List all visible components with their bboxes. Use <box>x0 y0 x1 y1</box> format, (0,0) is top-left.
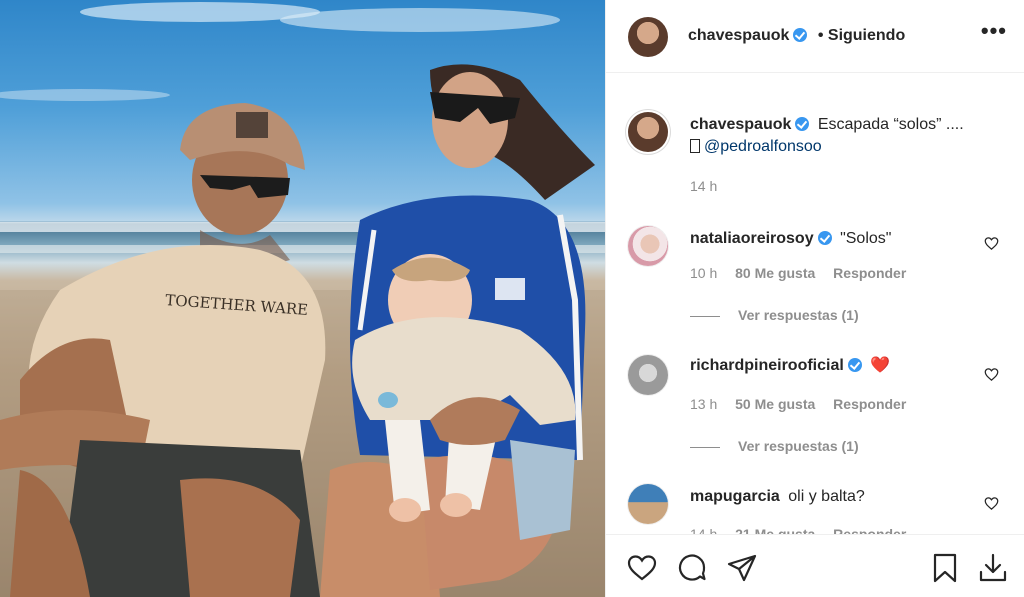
verified-badge-icon <box>847 358 862 372</box>
comment-time: 14 h <box>690 526 718 534</box>
bookmark-icon[interactable] <box>929 552 961 584</box>
verified-badge-icon <box>817 231 832 245</box>
action-bar <box>606 534 1024 597</box>
comment-username[interactable]: richardpineirooficial <box>690 357 844 374</box>
download-icon[interactable] <box>977 552 1009 584</box>
more-options-icon[interactable]: ••• <box>981 20 1007 42</box>
comment-username[interactable]: nataliaoreirosoy <box>690 230 814 247</box>
replies-divider <box>690 315 720 317</box>
photo-illustration: TOGETHER WARE <box>0 2 605 597</box>
post-header: chavespauok • Siguiendo ••• <box>606 0 1024 73</box>
like-comment-heart-icon[interactable] <box>984 236 999 251</box>
reply-button[interactable]: Responder <box>833 265 906 281</box>
comment-username[interactable]: mapugarcia <box>690 488 780 505</box>
comments-list[interactable]: chavespauok Escapada “solos” .... @pedro… <box>606 74 1024 534</box>
reply-button[interactable]: Responder <box>833 526 906 534</box>
comment-time: 10 h <box>690 265 718 281</box>
view-replies-label[interactable]: Ver respuestas (1) <box>738 307 859 323</box>
emoji-glyph <box>690 139 700 153</box>
share-icon[interactable] <box>726 552 758 584</box>
comment-icon[interactable] <box>676 552 708 584</box>
reply-button[interactable]: Responder <box>833 396 906 412</box>
caption-username[interactable]: chavespauok <box>690 116 791 133</box>
comment-likes[interactable]: 80 Me gusta <box>735 265 815 281</box>
view-replies[interactable]: Ver respuestas (1) <box>690 438 859 454</box>
verified-badge-icon <box>793 28 808 42</box>
follow-status[interactable]: • Siguiendo <box>818 27 905 44</box>
caption-time: 14 h <box>690 178 718 194</box>
comment-time: 13 h <box>690 396 718 412</box>
comment-likes[interactable]: 50 Me gusta <box>735 396 815 412</box>
caption-avatar[interactable] <box>628 112 668 152</box>
comment-likes[interactable]: 21 Me gusta <box>735 526 815 534</box>
view-replies[interactable]: Ver respuestas (1) <box>690 307 859 323</box>
like-comment-heart-icon[interactable] <box>984 367 999 382</box>
caption-text: Escapada “solos” .... <box>817 116 964 133</box>
commenter-avatar[interactable] <box>628 226 668 266</box>
heart-icon[interactable] <box>626 552 658 584</box>
verified-badge-icon <box>795 117 810 131</box>
comment-text: "Solos" <box>840 230 892 247</box>
post-photo[interactable]: TOGETHER WARE <box>0 0 605 597</box>
view-replies-label[interactable]: Ver respuestas (1) <box>738 438 859 454</box>
like-comment-heart-icon[interactable] <box>984 496 999 511</box>
author-avatar[interactable] <box>628 17 668 57</box>
commenter-avatar[interactable] <box>628 355 668 395</box>
post-panel: chavespauok • Siguiendo ••• chavespauok … <box>605 0 1024 597</box>
author-username[interactable]: chavespauok <box>688 27 789 44</box>
comment-text: oli y balta? <box>788 488 865 505</box>
commenter-avatar[interactable] <box>628 484 668 524</box>
caption-mention[interactable]: @pedroalfonsoo <box>704 138 822 155</box>
replies-divider <box>690 446 720 448</box>
comment-text: ❤️ <box>870 357 891 374</box>
